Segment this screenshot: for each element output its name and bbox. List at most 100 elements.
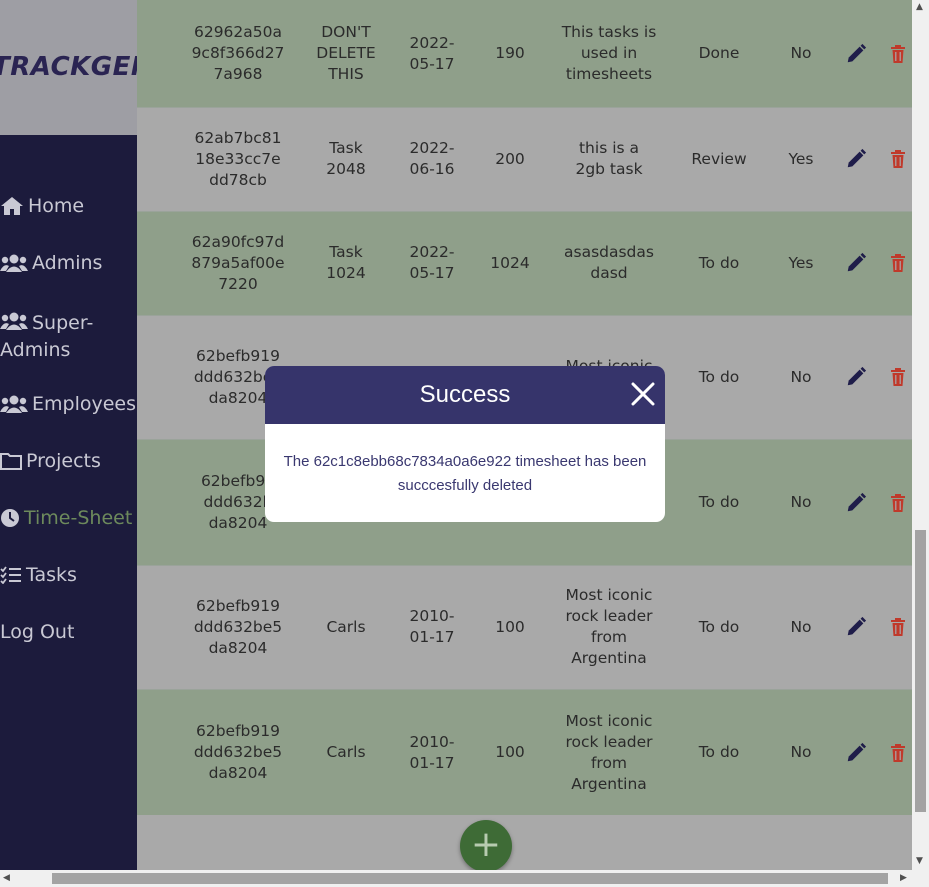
vertical-scroll-thumb[interactable] <box>915 530 926 812</box>
trash-icon <box>891 150 905 168</box>
row-status: To do <box>698 493 740 511</box>
row-description: Most iconic rock leader from Argentina <box>565 711 653 793</box>
task-name: Carls <box>326 617 366 636</box>
row-hours: 200 <box>495 149 525 168</box>
nav-projects[interactable]: Projects <box>0 450 101 472</box>
row-billable: No <box>790 493 812 511</box>
row-id: 62a90fc97d 879a5af00e 7220 <box>191 232 285 293</box>
logo-area: TRACKGENIX <box>0 0 137 135</box>
trash-icon <box>891 254 905 272</box>
nav-super-admins-label: Super- Admins <box>0 310 93 364</box>
delete-button[interactable] <box>884 211 912 315</box>
modal-header: Success <box>265 366 665 424</box>
nav-super-admins-label-line2: Admins <box>0 339 71 361</box>
row-billable: Yes <box>788 149 814 168</box>
edit-button[interactable] <box>840 0 872 107</box>
pencil-icon <box>847 616 867 636</box>
sidebar: TRACKGENIX Home Admins Super- Admins Emp… <box>0 0 137 870</box>
edit-button[interactable] <box>840 440 872 565</box>
success-modal: Success The 62c1c8ebb68c7834a0a6e922 tim… <box>265 366 665 522</box>
nav-tasks-label: Tasks <box>26 564 77 586</box>
row-hours: 100 <box>495 743 525 761</box>
row-id: 62962a50a 9c8f366d27 7a968 <box>191 23 285 83</box>
trash-icon <box>891 44 905 63</box>
row-date: 2010- 01-17 <box>409 607 455 646</box>
vertical-scrollbar[interactable]: ▲ ▼ <box>912 0 929 870</box>
row-billable: No <box>790 44 812 62</box>
folder-icon <box>0 453 22 470</box>
trash-icon <box>891 743 905 762</box>
row-id: 62ab7bc81 18e33cc7e dd78cb <box>194 128 282 189</box>
nav-time-sheet[interactable]: Time-Sheet <box>0 507 132 529</box>
modal-title: Success <box>419 381 511 408</box>
task-name: Carls <box>326 743 366 761</box>
scrollbar-corner <box>912 870 929 887</box>
task-name: DON'T DELETE THIS <box>316 23 376 83</box>
pencil-icon <box>847 252 867 272</box>
home-icon <box>1 197 23 215</box>
close-icon[interactable] <box>629 380 657 408</box>
users-icon <box>0 395 28 413</box>
nav-admins[interactable]: Admins <box>0 252 102 274</box>
delete-button[interactable] <box>884 565 912 689</box>
pencil-icon <box>847 43 867 62</box>
edit-button[interactable] <box>840 690 872 815</box>
task-name: Task 1024 <box>326 243 366 282</box>
row-billable: No <box>790 617 812 636</box>
row-description: This tasks is used in timesheets <box>561 23 657 83</box>
scroll-left-icon[interactable]: ◀ <box>3 874 10 883</box>
row-status: Done <box>698 44 740 62</box>
nav-home[interactable]: Home <box>0 195 84 217</box>
horizontal-scroll-thumb[interactable] <box>52 873 888 884</box>
scroll-right-icon[interactable]: ▶ <box>900 874 907 883</box>
row-billable: No <box>790 743 812 761</box>
nav-super-admins[interactable]: Super- Admins <box>0 310 93 364</box>
row-status: To do <box>698 367 740 386</box>
users-icon <box>0 254 28 272</box>
add-timesheet-button[interactable]: + <box>460 820 512 870</box>
row-description: Most iconic rock leader from Argentina <box>565 586 653 667</box>
scroll-down-icon[interactable]: ▼ <box>916 857 923 866</box>
trash-icon <box>891 493 905 512</box>
row-hours: 1024 <box>490 253 530 272</box>
nav-log-out[interactable]: Log Out <box>0 621 74 643</box>
row-date: 2022- 05-17 <box>409 33 455 73</box>
row-status: To do <box>698 253 740 272</box>
row-hours: 100 <box>495 617 525 636</box>
nav-admins-label: Admins <box>32 252 103 274</box>
nav-projects-label: Projects <box>26 450 101 472</box>
nav-log-out-label: Log Out <box>0 621 75 643</box>
row-status: To do <box>698 617 740 636</box>
pencil-icon <box>847 366 867 386</box>
nav-time-sheet-label: Time-Sheet <box>24 507 133 529</box>
edit-button[interactable] <box>840 211 872 315</box>
nav-home-label: Home <box>28 195 85 217</box>
edit-button[interactable] <box>840 565 872 689</box>
edit-button[interactable] <box>840 107 872 211</box>
delete-button[interactable] <box>884 440 912 565</box>
row-status: To do <box>698 743 740 761</box>
pencil-icon <box>847 742 867 761</box>
delete-button[interactable] <box>884 690 912 815</box>
row-status: Review <box>691 149 747 168</box>
delete-button[interactable] <box>884 315 912 439</box>
clock-icon <box>1 509 19 527</box>
nav-tasks[interactable]: Tasks <box>0 564 77 586</box>
delete-button[interactable] <box>884 107 912 211</box>
row-description: this is a 2gb task <box>575 139 643 178</box>
nav-employees[interactable]: Employees <box>0 393 136 415</box>
pencil-icon <box>847 148 867 168</box>
row-date: 2022- 06-16 <box>409 139 455 178</box>
row-description: asasdasdas dasd <box>564 243 654 282</box>
row-id: 62befb919 ddd632be5 da8204 <box>193 722 283 782</box>
horizontal-scrollbar[interactable]: ◀ ▶ <box>0 870 912 887</box>
row-date: 2022- 05-17 <box>409 243 455 282</box>
delete-button[interactable] <box>884 0 912 107</box>
trash-icon <box>891 618 905 636</box>
scroll-up-icon[interactable]: ▲ <box>916 3 923 12</box>
task-name: Task 2048 <box>326 139 366 178</box>
row-date: 2010- 01-17 <box>409 732 455 772</box>
trash-icon <box>891 368 905 386</box>
edit-button[interactable] <box>840 315 872 439</box>
app-logo: TRACKGENIX <box>0 52 137 82</box>
